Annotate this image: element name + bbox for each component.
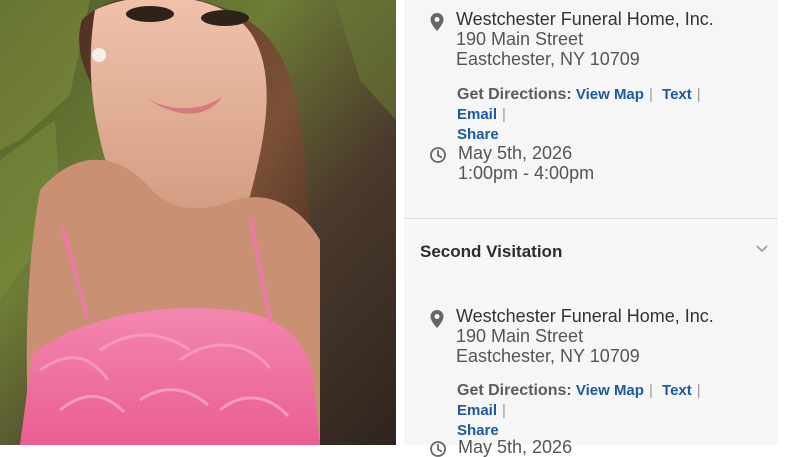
second-date-partial: May 5th, 2026 xyxy=(458,437,573,457)
first-location-name: Westchester Funeral Home, Inc. xyxy=(456,9,714,29)
first-email-link[interactable]: Email xyxy=(457,106,497,123)
second-address-line1: 190 Main Street xyxy=(456,326,584,346)
first-directions-label: Get Directions: xyxy=(457,86,572,103)
clock-icon xyxy=(430,441,446,457)
separator: | xyxy=(648,382,653,399)
first-view-map-link[interactable]: View Map xyxy=(576,86,644,103)
separator: | xyxy=(502,402,506,419)
separator: | xyxy=(696,86,701,103)
second-address-line2: Eastchester, NY 10709 xyxy=(456,346,640,366)
second-time-row: May 5th, 2026 xyxy=(430,437,572,457)
separator: | xyxy=(502,106,506,123)
second-time-block: May 5th, 2026 xyxy=(458,437,572,457)
second-visitation-details: Westchester Funeral Home, Inc. 190 Main … xyxy=(404,283,778,457)
second-directions-row: Get Directions: View Map | Text | Email | S… xyxy=(457,381,757,441)
second-text-link[interactable]: Text xyxy=(662,382,692,399)
location-pin-icon xyxy=(430,13,444,31)
portrait-photo xyxy=(0,0,396,445)
first-visitation-details: Westchester Funeral Home, Inc. 190 Main … xyxy=(404,0,778,218)
separator: | xyxy=(648,86,653,103)
second-email-link[interactable]: Email xyxy=(457,402,497,419)
location-pin-icon xyxy=(430,310,444,328)
second-location-row: Westchester Funeral Home, Inc. 190 Main … xyxy=(430,306,714,366)
first-text-link[interactable]: Text xyxy=(662,86,692,103)
first-address-line2: Eastchester, NY 10709 xyxy=(456,49,640,69)
visitation-panel: Westchester Funeral Home, Inc. 190 Main … xyxy=(404,0,778,457)
first-time-block: May 5th, 2026 1:00pm - 4:00pm xyxy=(458,143,594,183)
second-directions-label: Get Directions: xyxy=(457,382,572,399)
first-location-row: Westchester Funeral Home, Inc. 190 Main … xyxy=(430,9,714,69)
first-date: May 5th, 2026 xyxy=(458,143,573,163)
separator: | xyxy=(696,382,701,399)
first-share-link[interactable]: Share xyxy=(457,126,499,143)
first-time-row: May 5th, 2026 1:00pm - 4:00pm xyxy=(430,143,594,183)
second-address-block: Westchester Funeral Home, Inc. 190 Main … xyxy=(456,306,714,366)
second-view-map-link[interactable]: View Map xyxy=(576,382,644,399)
second-location-name: Westchester Funeral Home, Inc. xyxy=(456,306,714,326)
clock-icon xyxy=(430,147,446,163)
first-directions-row: Get Directions: View Map | Text | Email | S… xyxy=(457,85,757,145)
first-address-line1: 190 Main Street xyxy=(456,29,584,49)
first-address-block: Westchester Funeral Home, Inc. 190 Main … xyxy=(456,9,714,69)
first-time: 1:00pm - 4:00pm xyxy=(458,163,595,183)
chevron-down-icon[interactable] xyxy=(756,244,768,254)
second-visitation-title: Second Visitation xyxy=(420,242,563,261)
second-visitation-header[interactable]: Second Visitation xyxy=(404,219,778,283)
portrait-illustration xyxy=(0,0,396,445)
